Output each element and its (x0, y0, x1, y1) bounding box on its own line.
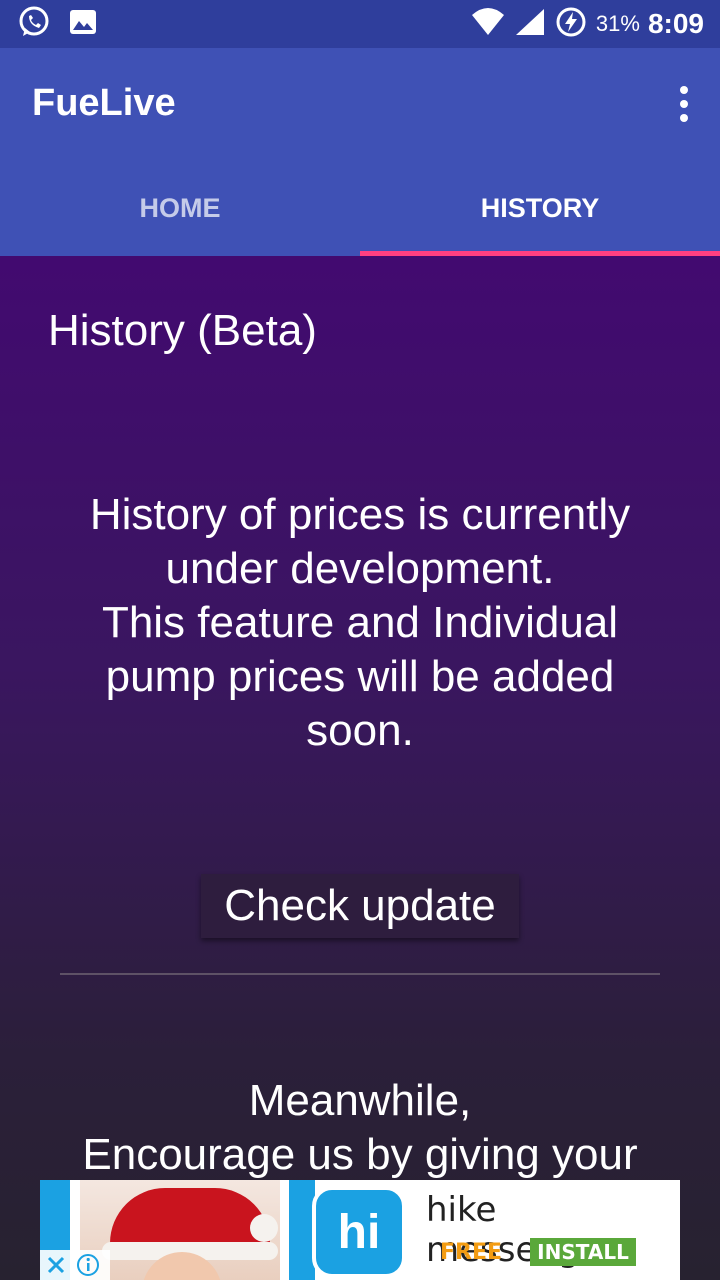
ad-controls (40, 1250, 110, 1280)
close-icon[interactable] (40, 1250, 72, 1280)
wifi-icon (470, 7, 506, 42)
message-line: under development. (165, 544, 555, 593)
check-update-button[interactable]: Check update (201, 874, 519, 938)
tab-home[interactable]: HOME (0, 160, 360, 256)
history-content: History (Beta) History of prices is curr… (0, 256, 720, 1280)
encourage-message: Meanwhile, Encourage us by giving your (60, 1074, 660, 1182)
notification-icons (16, 6, 98, 42)
ad-install-button[interactable]: INSTALL (530, 1238, 636, 1266)
battery-charging-icon (554, 5, 588, 44)
section-title: History (Beta) (48, 306, 317, 355)
message-line: Encourage us by giving your (82, 1130, 638, 1179)
message-line: Meanwhile, (248, 1076, 472, 1125)
info-icon[interactable] (72, 1250, 104, 1280)
battery-percent: 31% (595, 11, 640, 36)
santa-hat (110, 1188, 270, 1250)
divider (60, 973, 660, 975)
ad-photo (80, 1180, 280, 1280)
ad-banner[interactable]: hi hike messenger FREE INSTALL (40, 1180, 680, 1280)
tab-history[interactable]: HISTORY (360, 160, 720, 256)
screen: 31% 8:09 FueLive HOME HISTORY History (B… (0, 0, 720, 1280)
system-icons: 31% 8:09 (470, 6, 704, 42)
hike-logo-icon: hi (312, 1186, 406, 1278)
app-title: FueLive (32, 82, 176, 124)
message-line: This feature and Individual (101, 598, 619, 647)
app-bar: FueLive HOME HISTORY (0, 48, 720, 256)
status-bar: 31% 8:09 (0, 0, 720, 48)
message-line: pump prices will be added (105, 652, 615, 701)
clock: 8:09 (647, 8, 704, 39)
tab-bar: HOME HISTORY (0, 160, 720, 256)
development-message: History of prices is currently under dev… (60, 488, 660, 758)
signal-icon (514, 7, 546, 42)
message-line: History of prices is currently (89, 490, 631, 539)
overflow-menu-icon[interactable] (676, 86, 692, 122)
whatsapp-icon (16, 4, 52, 45)
ad-price: FREE (440, 1240, 503, 1265)
image-icon (68, 7, 98, 42)
message-line: soon. (306, 706, 414, 755)
